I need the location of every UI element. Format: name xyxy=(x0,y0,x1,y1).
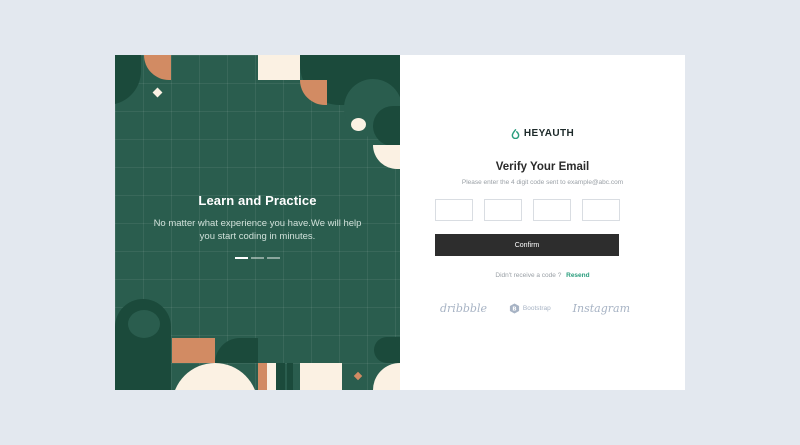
carousel-indicators xyxy=(115,257,400,259)
carousel-dot-2[interactable] xyxy=(251,257,264,259)
drop-logo-icon xyxy=(511,128,520,139)
resend-row: Didn't receive a code ? Resend xyxy=(400,272,685,279)
decor-dark-bar xyxy=(276,363,285,390)
decor-dark-circle-right xyxy=(374,337,400,363)
auth-card: Learn and Practice No matter what experi… xyxy=(115,55,685,390)
promo-subtitle: No matter what experience you have.We wi… xyxy=(153,218,362,242)
bootstrap-logo: B Bootstrap xyxy=(509,303,551,314)
code-digit-2[interactable] xyxy=(484,199,522,221)
verify-title: Verify Your Email xyxy=(495,161,590,173)
instagram-logo: Instagram xyxy=(572,302,630,315)
decor-green-ring xyxy=(128,310,160,338)
carousel-dot-1[interactable] xyxy=(235,257,248,259)
decor-cream-block-bottom-mid xyxy=(300,363,342,390)
code-digit-1[interactable] xyxy=(435,199,473,221)
partner-logos: dribbble B Bootstrap Instagram xyxy=(440,302,630,315)
promo-title: Learn and Practice xyxy=(198,193,317,208)
decor-dark-bar-2 xyxy=(287,363,293,390)
decor-cream-block-top xyxy=(258,55,300,80)
code-digit-4[interactable] xyxy=(582,199,620,221)
confirm-button[interactable]: Confirm xyxy=(435,234,619,256)
svg-text:B: B xyxy=(512,307,516,313)
verify-subtitle: Please enter the 4 digit code sent to ex… xyxy=(461,179,624,186)
resend-link[interactable]: Resend xyxy=(566,272,589,279)
decor-terracotta-rect-bottom xyxy=(172,338,215,363)
decor-terracotta-bar xyxy=(258,363,267,390)
verify-panel: HEYAUTH Verify Your Email Please enter t… xyxy=(400,55,685,390)
code-inputs xyxy=(435,199,620,221)
dribbble-logo: dribbble xyxy=(440,302,487,315)
bootstrap-icon: B xyxy=(509,303,519,314)
decor-cream-bar xyxy=(267,363,276,390)
code-digit-3[interactable] xyxy=(533,199,571,221)
decor-cream-dot xyxy=(351,118,366,131)
promo-content: Learn and Practice No matter what experi… xyxy=(115,193,400,259)
brand-name: HEYAUTH xyxy=(523,128,575,139)
bootstrap-label: Bootstrap xyxy=(522,305,551,312)
brand-logo: HEYAUTH xyxy=(400,128,685,139)
carousel-dot-3[interactable] xyxy=(267,257,280,259)
resend-prompt: Didn't receive a code ? xyxy=(495,272,562,279)
promo-panel: Learn and Practice No matter what experi… xyxy=(115,55,400,390)
